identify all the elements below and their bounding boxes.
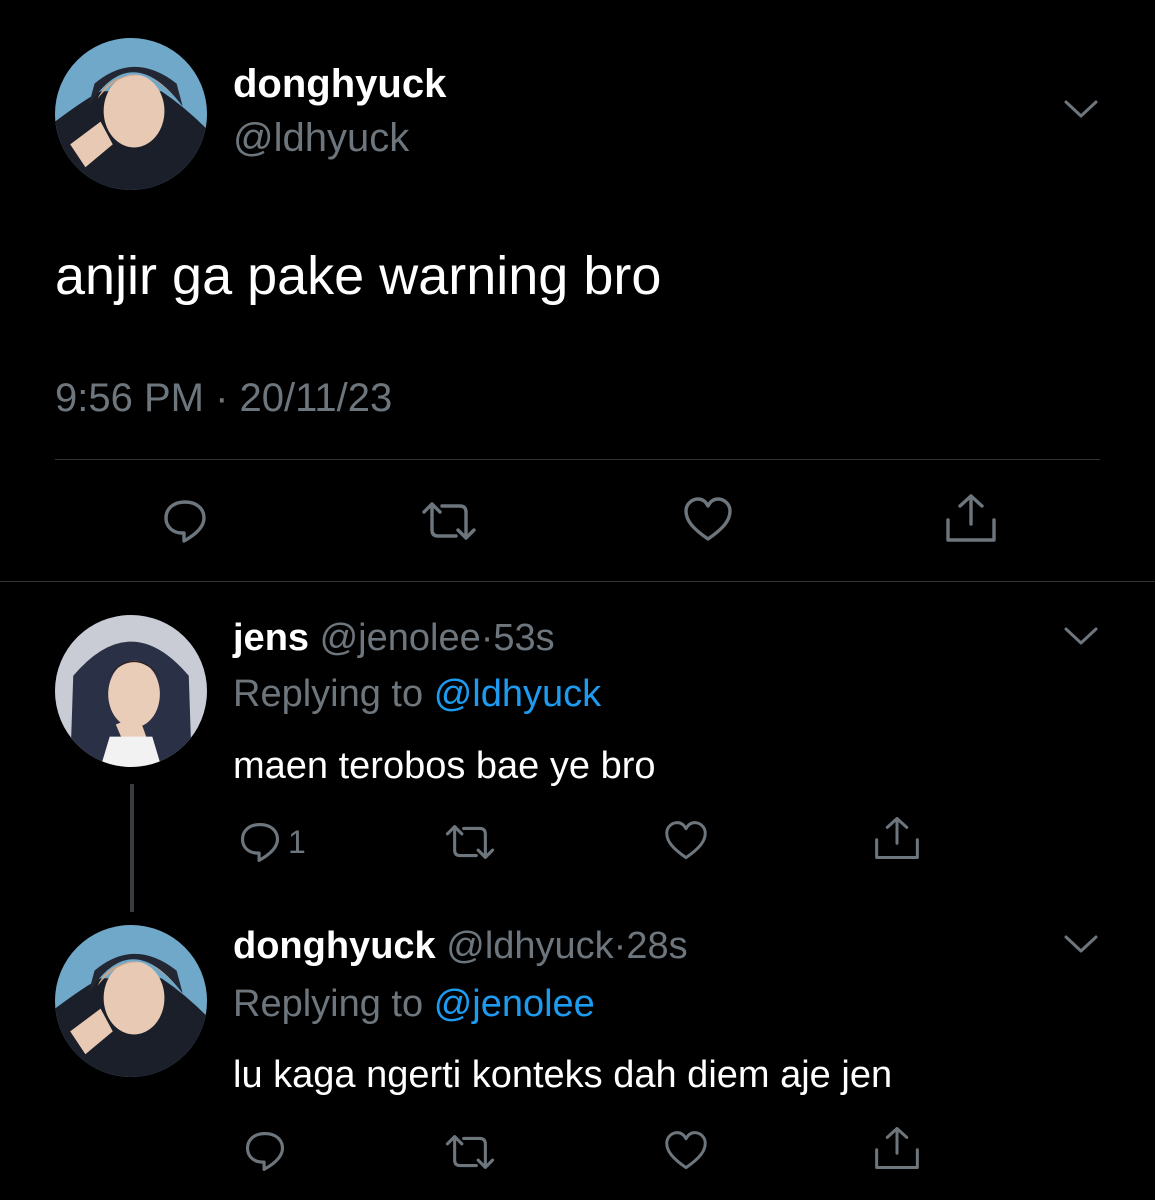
divider [55,459,1100,460]
mention-link[interactable]: @ldhyuck [434,673,601,715]
author-name[interactable]: donghyuck [233,925,436,967]
avatar-image [55,615,207,767]
share-icon[interactable] [873,1125,921,1171]
heart-icon[interactable] [663,1130,709,1172]
avatar-image [55,38,207,190]
share-icon[interactable] [944,492,998,544]
heart-icon[interactable] [663,820,709,862]
chevron-down-icon[interactable] [1062,931,1100,957]
reply-count: 1 [288,824,306,860]
reply-header: donghyuck @ldhyuck·28s [233,925,688,968]
reply-age[interactable]: 28s [626,925,687,967]
reply-text: maen terobos bae ye bro [233,745,656,787]
reply-icon[interactable] [237,819,283,865]
replying-to-label: Replying to [233,983,424,1025]
avatar-image [55,925,207,1077]
retweet-icon[interactable] [442,1131,498,1173]
tweet-text: anjir ga pake warning bro [55,246,662,306]
heart-icon[interactable] [682,496,734,544]
replying-to-line: Replying to @jenolee [233,983,595,1026]
time-separator: · [613,925,627,967]
reply-header: jens @jenolee·53s [233,617,555,660]
author-name[interactable]: donghyuck [233,62,446,107]
replying-to-label: Replying to [233,673,424,715]
thread-connector [130,784,134,912]
author-name[interactable]: jens [233,617,309,659]
reply-icon[interactable] [242,1128,288,1174]
avatar[interactable] [55,38,207,190]
reply-text: lu kaga ngerti konteks dah diem aje jen [233,1054,893,1096]
reply-age[interactable]: 53s [493,617,554,659]
chevron-down-icon[interactable] [1062,96,1100,122]
author-handle[interactable]: @ldhyuck [233,116,409,161]
time-separator: · [480,617,494,659]
replying-to-line: Replying to @ldhyuck [233,673,601,716]
author-handle[interactable]: @ldhyuck [446,925,613,967]
section-divider [0,581,1155,582]
avatar[interactable] [55,615,207,767]
reply-icon[interactable] [160,496,210,546]
avatar[interactable] [55,925,207,1077]
mention-link[interactable]: @jenolee [434,983,595,1025]
retweet-icon[interactable] [442,821,498,863]
tweet-timestamp[interactable]: 9:56 PM · 20/11/23 [55,376,392,421]
share-icon[interactable] [873,815,921,861]
chevron-down-icon[interactable] [1062,623,1100,649]
author-handle[interactable]: @jenolee [320,617,481,659]
retweet-icon[interactable] [418,498,480,544]
